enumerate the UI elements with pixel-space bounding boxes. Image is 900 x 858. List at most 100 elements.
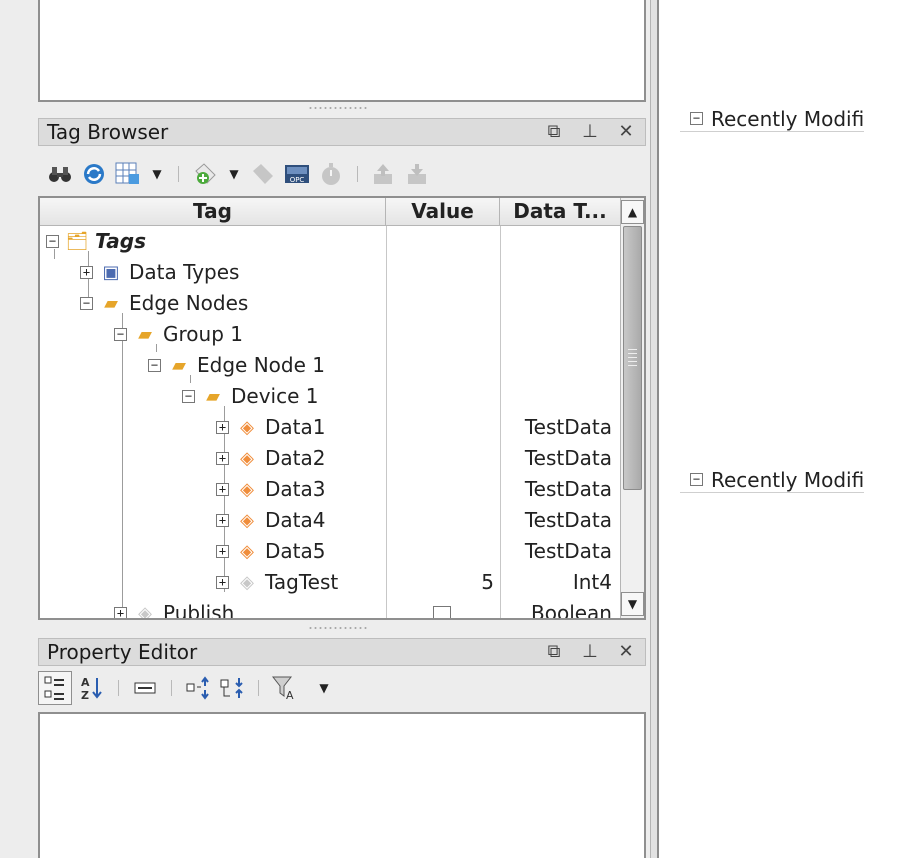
collapse-icon[interactable]: − [114, 328, 127, 341]
expand-icon[interactable]: + [216, 545, 229, 558]
column-header-data-type[interactable]: Data T... [500, 198, 620, 226]
tree-node-label: Device 1 [231, 384, 319, 408]
expand-icon[interactable]: + [80, 266, 93, 279]
splitter-grip[interactable] [308, 106, 368, 110]
expand-icon[interactable]: + [216, 514, 229, 527]
table-row[interactable]: + ◈ Data1 TestData [40, 412, 620, 443]
filter-icon[interactable]: A [271, 674, 299, 702]
import-tags-icon[interactable] [370, 160, 398, 188]
export-tags-icon[interactable] [404, 160, 432, 188]
refresh-icon[interactable] [80, 160, 108, 188]
collapse-icon[interactable]: − [182, 390, 195, 403]
table-row[interactable]: − 🗂 Tags [40, 226, 620, 257]
table-row[interactable]: − ▰ Edge Node 1 [40, 350, 620, 381]
table-row[interactable]: − ▰ Edge Nodes [40, 288, 620, 319]
recently-modified-label: Recently Modifi [711, 467, 864, 492]
add-tag-icon[interactable] [191, 160, 219, 188]
tag-value[interactable] [386, 505, 498, 536]
table-row[interactable]: − ▰ Device 1 [40, 381, 620, 412]
tree-node-label: Data1 [265, 415, 326, 439]
table-row[interactable]: + ◈ Data4 TestData [40, 505, 620, 536]
tag-data-type: TestData [524, 415, 612, 439]
tree-node-label: Publish [163, 601, 235, 620]
pin-icon[interactable]: ⊥ [581, 119, 599, 145]
tag-value[interactable] [386, 443, 498, 474]
property-editor-controls: ⧉ ⊥ ✕ [545, 639, 635, 665]
recently-modified-label: Recently Modifi [711, 106, 864, 131]
tree-node-label: Tags [95, 229, 146, 253]
recently-modified-section[interactable]: − Recently Modifi [680, 467, 864, 493]
folder-icon: ▰ [138, 324, 152, 345]
recently-modified-section[interactable]: − Recently Modifi [680, 106, 864, 132]
tree-scrollbar[interactable]: ▲ ▼ [620, 198, 644, 618]
udt-tag-icon: ◈ [240, 479, 254, 500]
collapse-all-icon[interactable] [218, 674, 246, 702]
toolbar-separator [357, 166, 358, 182]
svg-text:OPC: OPC [290, 176, 305, 184]
sort-alphabetical-icon[interactable]: AZ [78, 674, 106, 702]
chevron-down-icon[interactable]: ▼ [148, 160, 166, 188]
table-row[interactable]: + ◈ TagTest 5 Int4 [40, 567, 620, 598]
collapse-icon[interactable]: − [690, 112, 703, 125]
svg-text:A: A [81, 676, 90, 689]
udt-tag-icon: ◈ [240, 510, 254, 531]
close-icon[interactable]: ✕ [617, 639, 635, 665]
collapse-icon[interactable]: − [80, 297, 93, 310]
tree-node-label: Edge Node 1 [197, 353, 325, 377]
close-icon[interactable]: ✕ [617, 119, 635, 145]
tree-node-label: Data2 [265, 446, 326, 470]
tag-value[interactable] [386, 536, 498, 567]
table-row[interactable]: − ▰ Group 1 [40, 319, 620, 350]
expand-icon[interactable]: + [216, 483, 229, 496]
edit-tag-icon[interactable] [249, 160, 277, 188]
collapse-icon[interactable]: − [46, 235, 59, 248]
opc-browser-icon[interactable]: OPC [283, 160, 311, 188]
data-types-folder-icon: ▣ [102, 262, 120, 283]
tag-data-type: TestData [524, 446, 612, 470]
pin-icon[interactable]: ⊥ [581, 639, 599, 665]
scroll-thumb[interactable] [623, 226, 642, 490]
splitter-grip[interactable] [308, 626, 368, 630]
table-row[interactable]: + ◈ Publish Boolean [40, 598, 620, 620]
expand-all-icon[interactable] [184, 674, 212, 702]
vertical-splitter[interactable] [650, 0, 659, 858]
tag-browser-toolbar: ▼ ▼ OPC [38, 156, 646, 192]
collapse-icon[interactable]: − [148, 359, 161, 372]
column-header-tag[interactable]: Tag [40, 198, 386, 226]
property-editor-body [38, 712, 646, 858]
expand-icon[interactable]: + [114, 607, 127, 618]
expand-icon[interactable]: + [216, 452, 229, 465]
expand-icon[interactable]: + [216, 576, 229, 589]
property-editor-toolbar: AZ A ▼ [38, 670, 646, 706]
udt-tag-icon: ◈ [240, 541, 254, 562]
tag-icon: ◈ [240, 572, 254, 593]
table-row[interactable]: + ◈ Data3 TestData [40, 474, 620, 505]
chevron-down-icon[interactable]: ▼ [225, 160, 243, 188]
property-editor-title: Property Editor [47, 640, 198, 664]
float-window-icon[interactable]: ⧉ [545, 119, 563, 145]
tag-grid-icon[interactable] [114, 160, 142, 188]
collapse-icon[interactable]: − [690, 473, 703, 486]
tag-tree-table[interactable]: Tag Value Data T... − 🗂 Tags + ▣ Data Ty… [38, 196, 646, 620]
toolbar-separator [178, 166, 179, 182]
tag-value[interactable] [386, 412, 498, 443]
scroll-down-icon[interactable]: ▼ [621, 592, 644, 616]
table-row[interactable]: + ◈ Data5 TestData [40, 536, 620, 567]
table-row[interactable]: + ◈ Data2 TestData [40, 443, 620, 474]
boolean-checkbox[interactable] [386, 598, 498, 618]
property-editor-titlebar: Property Editor ⧉ ⊥ ✕ [38, 638, 646, 666]
scroll-up-icon[interactable]: ▲ [621, 200, 644, 224]
tag-browser-titlebar: Tag Browser ⧉ ⊥ ✕ [38, 118, 646, 146]
expand-icon[interactable]: + [216, 421, 229, 434]
tag-value[interactable]: 5 [386, 567, 498, 598]
column-header-value[interactable]: Value [386, 198, 500, 226]
binoculars-icon[interactable] [46, 160, 74, 188]
property-description-icon[interactable] [131, 674, 159, 702]
tag-data-type: TestData [524, 477, 612, 501]
stopwatch-icon[interactable] [317, 160, 345, 188]
table-row[interactable]: + ▣ Data Types [40, 257, 620, 288]
tag-value[interactable] [386, 474, 498, 505]
categorized-view-icon[interactable] [38, 671, 72, 705]
float-window-icon[interactable]: ⧉ [545, 639, 563, 665]
chevron-down-icon[interactable]: ▼ [315, 674, 333, 702]
